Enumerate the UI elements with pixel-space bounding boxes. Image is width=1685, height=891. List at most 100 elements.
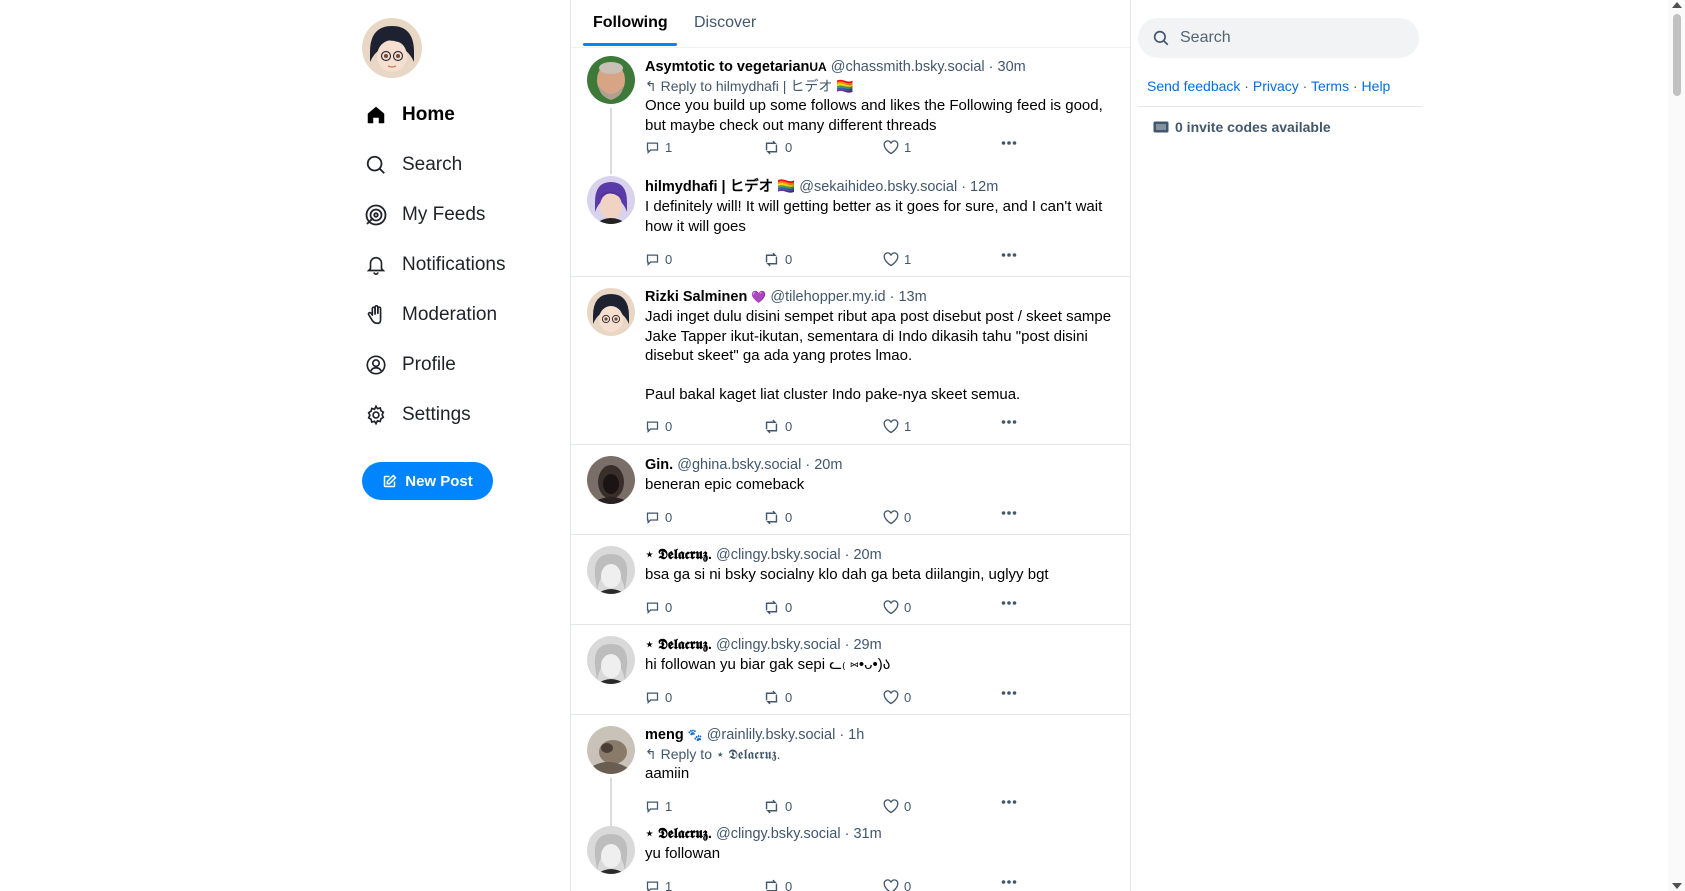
like-button[interactable]: 0: [883, 879, 911, 891]
author-handle[interactable]: @rainlily.bsky.social: [707, 727, 836, 743]
reply-context[interactable]: ↰ Reply to ⋆ 𝕯𝖊𝖑𝖆𝖈𝖗𝖚𝖟.: [645, 745, 1118, 764]
post-time[interactable]: · 20m: [845, 547, 882, 563]
feed-post[interactable]: Rizki Salminen 💜 @tilehopper.my.id · 13m…: [571, 277, 1130, 445]
author-handle[interactable]: @tilehopper.my.id: [770, 289, 885, 305]
reply-button[interactable]: 1: [645, 879, 672, 891]
post-time[interactable]: · 30m: [989, 59, 1026, 75]
reply-button[interactable]: 0: [645, 419, 672, 434]
post-time[interactable]: · 13m: [890, 289, 927, 305]
feed-post[interactable]: Gin. @ghina.bsky.social · 20m beneran ep…: [571, 445, 1130, 535]
author-handle[interactable]: @chassmith.bsky.social: [831, 59, 985, 75]
reply-button[interactable]: 0: [645, 252, 672, 267]
like-count: 1: [904, 419, 912, 434]
reply-button[interactable]: 0: [645, 510, 672, 525]
terms-link[interactable]: Terms: [1311, 78, 1349, 94]
author-avatar[interactable]: [587, 726, 635, 774]
author-handle[interactable]: @clingy.bsky.social: [716, 637, 841, 653]
author-name[interactable]: hilmydhafi | ヒデオ 🏳️‍🌈: [645, 179, 795, 195]
search-input[interactable]: Search: [1138, 18, 1419, 58]
page-scrollbar[interactable]: [1668, 0, 1685, 891]
like-count: 0: [904, 799, 912, 814]
author-name[interactable]: Rizki Salminen: [645, 289, 747, 305]
author-name[interactable]: Asymtotic to vegetarian: [645, 59, 809, 75]
nav-my-feeds[interactable]: My Feeds: [362, 190, 562, 240]
feed-post[interactable]: meng 🐾 @rainlily.bsky.social · 1h ↰ Repl…: [571, 715, 1130, 838]
post-time[interactable]: · 1h: [839, 727, 864, 743]
more-options-button[interactable]: [1001, 690, 1017, 696]
scroll-up-arrow-icon[interactable]: [1672, 2, 1682, 8]
repost-button[interactable]: 0: [763, 690, 792, 705]
nav-settings[interactable]: Settings: [362, 390, 562, 440]
author-handle[interactable]: @sekaihideo.bsky.social: [799, 179, 957, 195]
scrollbar-thumb[interactable]: [1673, 14, 1681, 96]
more-options-button[interactable]: [1001, 799, 1017, 805]
repost-button[interactable]: 0: [763, 879, 792, 891]
more-options-button[interactable]: [1001, 252, 1017, 258]
post-time[interactable]: · 20m: [805, 457, 842, 473]
privacy-link[interactable]: Privacy: [1253, 78, 1299, 94]
reply-button[interactable]: 1: [645, 140, 672, 155]
author-avatar[interactable]: [587, 176, 635, 224]
author-avatar[interactable]: [587, 636, 635, 684]
post-time[interactable]: · 31m: [845, 826, 882, 842]
like-button[interactable]: 1: [883, 252, 911, 267]
author-handle[interactable]: @ghina.bsky.social: [677, 457, 801, 473]
like-button[interactable]: 0: [883, 510, 911, 525]
feed-post[interactable]: ⋆ 𝕯𝖊𝖑𝖆𝖈𝖗𝖚𝖟. @clingy.bsky.social · 20m bs…: [571, 535, 1130, 625]
more-options-button[interactable]: [1001, 879, 1017, 885]
post-body: ⋆ 𝕯𝖊𝖑𝖆𝖈𝖗𝖚𝖟. @clingy.bsky.social · 31m yu…: [645, 825, 1118, 864]
like-button[interactable]: 0: [883, 690, 911, 705]
author-handle[interactable]: @clingy.bsky.social: [716, 547, 841, 563]
more-options-button[interactable]: [1001, 600, 1017, 606]
repost-button[interactable]: 0: [763, 600, 792, 615]
author-name[interactable]: ⋆ 𝕯𝖊𝖑𝖆𝖈𝖗𝖚𝖟.: [645, 547, 712, 563]
author-handle[interactable]: @clingy.bsky.social: [716, 826, 841, 842]
nav-search[interactable]: Search: [362, 140, 562, 190]
author-avatar[interactable]: [587, 56, 635, 104]
reply-button[interactable]: 0: [645, 690, 672, 705]
repost-button[interactable]: 0: [763, 419, 792, 434]
new-post-button[interactable]: New Post: [362, 462, 493, 500]
feed-post[interactable]: ⋆ 𝕯𝖊𝖑𝖆𝖈𝖗𝖚𝖟. @clingy.bsky.social · 29m hi…: [571, 625, 1130, 715]
feed-post[interactable]: Asymtotic to vegetarianUA @chassmith.bsk…: [571, 48, 1130, 174]
tab-discover[interactable]: Discover: [694, 14, 756, 32]
nav-moderation[interactable]: Moderation: [362, 290, 562, 340]
tab-following[interactable]: Following: [593, 14, 668, 32]
more-options-button[interactable]: [1001, 510, 1017, 516]
like-button[interactable]: 1: [883, 419, 911, 434]
invite-codes[interactable]: 0 invite codes available: [1138, 119, 1422, 135]
user-avatar[interactable]: [362, 18, 422, 78]
author-avatar[interactable]: [587, 826, 635, 874]
more-options-button[interactable]: [1001, 419, 1017, 425]
reply-context[interactable]: ↰ Reply to hilmydhafi | ヒデオ 🏳️‍🌈: [645, 77, 1118, 96]
nav-profile[interactable]: Profile: [362, 340, 562, 390]
more-options-button[interactable]: [1001, 140, 1017, 146]
author-avatar[interactable]: [587, 546, 635, 594]
repost-button[interactable]: 0: [763, 252, 792, 267]
feed-post[interactable]: ⋆ 𝕯𝖊𝖑𝖆𝖈𝖗𝖚𝖟. @clingy.bsky.social · 31m yu…: [571, 825, 1130, 891]
nav-label: Moderation: [402, 304, 498, 325]
repost-count: 0: [785, 690, 793, 705]
like-button[interactable]: 0: [883, 600, 911, 615]
author-name[interactable]: meng: [645, 727, 684, 743]
scroll-down-arrow-icon[interactable]: [1672, 883, 1682, 889]
nav-notifications[interactable]: Notifications: [362, 240, 562, 290]
repost-button[interactable]: 0: [763, 140, 792, 155]
like-button[interactable]: 1: [883, 140, 911, 155]
reply-button[interactable]: 1: [645, 799, 672, 814]
author-avatar[interactable]: [587, 288, 635, 336]
send-feedback-link[interactable]: Send feedback: [1147, 78, 1240, 94]
reply-button[interactable]: 0: [645, 600, 672, 615]
post-time[interactable]: · 29m: [845, 637, 882, 653]
like-button[interactable]: 0: [883, 799, 911, 814]
repost-button[interactable]: 0: [763, 799, 792, 814]
author-name[interactable]: ⋆ 𝕯𝖊𝖑𝖆𝖈𝖗𝖚𝖟.: [645, 826, 712, 842]
repost-button[interactable]: 0: [763, 510, 792, 525]
post-time[interactable]: · 12m: [961, 179, 998, 195]
nav-home[interactable]: Home: [362, 90, 562, 140]
author-name[interactable]: Gin.: [645, 457, 673, 473]
help-link[interactable]: Help: [1362, 78, 1391, 94]
feed-post[interactable]: hilmydhafi | ヒデオ 🏳️‍🌈 @sekaihideo.bsky.s…: [571, 168, 1130, 277]
author-name[interactable]: ⋆ 𝕯𝖊𝖑𝖆𝖈𝖗𝖚𝖟.: [645, 637, 712, 653]
author-avatar[interactable]: [587, 456, 635, 504]
